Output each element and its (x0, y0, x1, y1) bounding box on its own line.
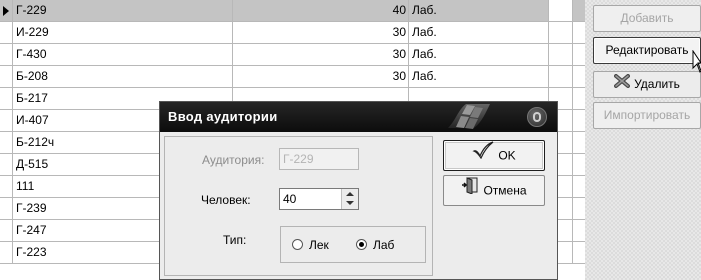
people-count-cell[interactable]: 40 (233, 0, 409, 21)
room-name-cell[interactable]: Б-208 (13, 66, 233, 87)
table-row[interactable]: Г-229 40 Лаб. (0, 0, 585, 22)
mouse-cursor-icon (692, 50, 701, 73)
people-count-cell[interactable]: 30 (233, 44, 409, 65)
row-indicator[interactable] (0, 22, 13, 43)
empty-cell[interactable] (549, 44, 573, 65)
delete-button[interactable]: Удалить (593, 71, 701, 98)
dialog-close-button[interactable] (527, 107, 547, 127)
windows-logo-icon (448, 104, 490, 129)
room-type-cell[interactable]: Лаб. (409, 22, 549, 43)
dialog-fields-panel: Аудитория: Г-229 Человек: 40 Тип: Лек Ла… (164, 136, 433, 276)
edit-button[interactable]: Редактировать (593, 37, 701, 64)
cancel-label: Отмена (483, 183, 527, 198)
radio-lab-label: Лаб (373, 238, 395, 252)
type-radio-group: Лек Лаб (280, 226, 426, 263)
people-count-cell[interactable]: 30 (233, 66, 409, 87)
ok-label: OK (498, 148, 516, 163)
people-spinner[interactable]: 40 (279, 188, 359, 210)
table-row[interactable]: Б-208 30 Лаб. (0, 66, 585, 88)
row-indicator[interactable] (0, 176, 13, 197)
checkmark-icon (472, 141, 494, 170)
room-type-cell[interactable]: Лаб. (409, 44, 549, 65)
table-row[interactable]: И-229 30 Лаб. (0, 22, 585, 44)
radio-lab[interactable]: Лаб (356, 238, 394, 252)
ok-button[interactable]: OK (443, 140, 545, 171)
row-indicator[interactable] (0, 198, 13, 219)
radio-lab-circle[interactable] (356, 239, 367, 250)
delete-button-label: Удалить (634, 77, 680, 91)
row-indicator[interactable] (0, 220, 13, 241)
cancel-door-icon (461, 176, 479, 205)
action-panel: Добавить Редактировать Удалить Импортиро… (585, 0, 701, 280)
row-indicator[interactable] (0, 132, 13, 153)
people-count-cell[interactable]: 30 (233, 22, 409, 43)
room-name-cell[interactable]: И-229 (13, 22, 233, 43)
row-indicator[interactable] (0, 66, 13, 87)
people-label: Человек: (201, 193, 251, 207)
room-type-cell[interactable]: Лаб. (409, 0, 549, 21)
add-button[interactable]: Добавить (593, 5, 701, 32)
radio-lec[interactable]: Лек (292, 238, 329, 252)
row-indicator[interactable] (0, 88, 13, 109)
room-name-cell[interactable]: Г-229 (13, 0, 233, 21)
row-indicator[interactable] (0, 242, 13, 263)
import-button[interactable]: Импортировать (593, 102, 701, 129)
row-indicator[interactable] (0, 0, 13, 21)
spin-down-icon[interactable] (346, 201, 354, 205)
empty-cell[interactable] (549, 0, 573, 21)
dialog-title: Ввод аудитории (168, 109, 278, 124)
row-pointer-icon (3, 6, 9, 16)
dialog-titlebar[interactable]: Ввод аудитории (160, 102, 557, 132)
room-label: Аудитория: (202, 153, 265, 167)
row-indicator[interactable] (0, 110, 13, 131)
room-input-dialog: Ввод аудитории Аудитория: Г-229 Человек:… (159, 101, 558, 280)
cancel-button[interactable]: Отмена (443, 175, 545, 206)
room-type-cell[interactable]: Лаб. (409, 66, 549, 87)
people-value: 40 (283, 192, 297, 206)
row-indicator[interactable] (0, 154, 13, 175)
radio-lec-circle[interactable] (292, 239, 303, 250)
spinner-buttons[interactable] (341, 189, 358, 209)
radio-lec-label: Лек (309, 238, 329, 252)
delete-x-icon (614, 72, 631, 97)
empty-cell[interactable] (549, 66, 573, 87)
spin-up-icon[interactable] (346, 192, 354, 196)
type-label: Тип: (223, 233, 247, 247)
table-row[interactable]: Г-430 30 Лаб. (0, 44, 585, 66)
room-field: Г-229 (279, 148, 359, 170)
room-name-cell[interactable]: Г-430 (13, 44, 233, 65)
row-indicator[interactable] (0, 44, 13, 65)
empty-cell[interactable] (549, 22, 573, 43)
